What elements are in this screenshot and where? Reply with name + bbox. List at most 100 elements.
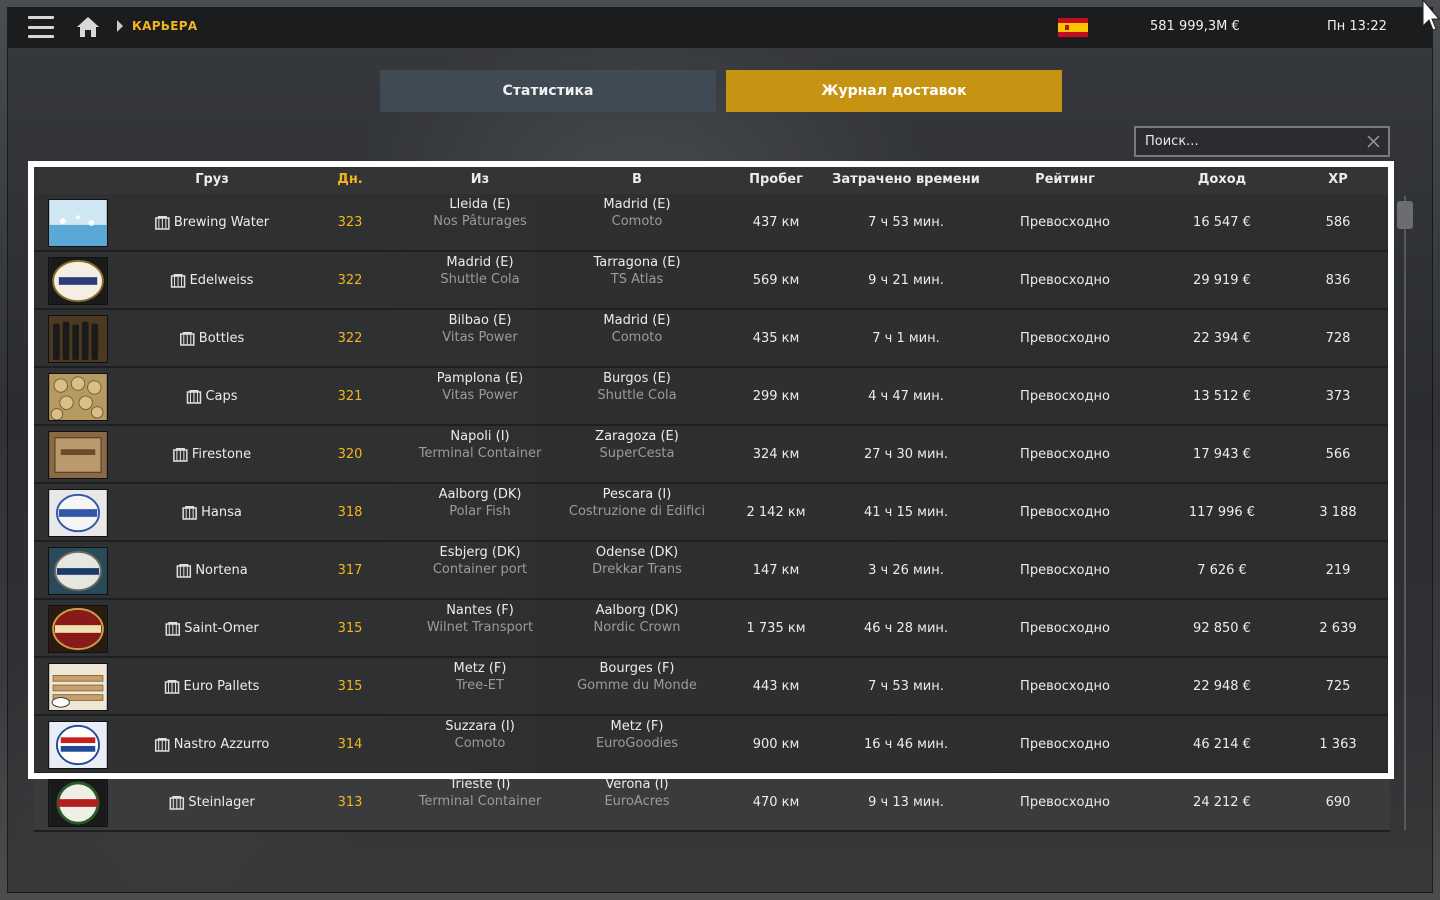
cargo-thumbnail: [48, 257, 108, 305]
to-cell: Madrid (E) Comoto: [603, 194, 670, 230]
cargo-thumbnail: [48, 779, 108, 827]
money-balance: 581 999,3M €: [1150, 19, 1240, 34]
days-cell: 323: [337, 215, 363, 230]
from-city: Madrid (E): [446, 255, 514, 270]
cargo-thumbnail: [48, 547, 108, 595]
table-header: Груз Дн. Из В Пробег Затрачено времени Р…: [34, 167, 1388, 194]
cargo-thumbnail: [48, 373, 108, 421]
cargo-cell: Caps: [186, 389, 238, 404]
to-city: Aalborg (DK): [595, 603, 679, 618]
hamburger-menu-icon[interactable]: [28, 16, 54, 38]
distance-cell: 324 км: [752, 447, 800, 462]
from-cell: Napoli (I) Terminal Container: [419, 426, 542, 462]
days-cell: 321: [337, 389, 363, 404]
from-city: Trieste (I): [449, 777, 511, 792]
cargo-name: Nortena: [195, 563, 248, 578]
close-icon[interactable]: [1367, 135, 1380, 148]
to-cell: Zaragoza (E) SuperCesta: [595, 426, 679, 462]
table-row[interactable]: Euro Pallets 315 Metz (F) Tree-ET Bourges (F…: [34, 658, 1390, 716]
scrollbar-track[interactable]: [1404, 196, 1406, 830]
table-row[interactable]: Hansa 318 Aalborg (DK) Polar Fish Pescara (I…: [34, 484, 1390, 542]
table-row[interactable]: Brewing Water 323 Lleida (E) Nos Pâturages M…: [34, 194, 1390, 252]
distance-cell: 1 735 км: [746, 621, 806, 636]
cargo-name: Brewing Water: [173, 215, 270, 230]
from-city: Lleida (E): [449, 197, 511, 212]
days-cell: 313: [337, 795, 363, 810]
header-xp[interactable]: XP: [1328, 172, 1348, 187]
tab-statistics[interactable]: Статистика: [380, 70, 716, 112]
from-company: Wilnet Transport: [426, 620, 534, 635]
time-cell: 7 ч 53 мин.: [868, 679, 944, 694]
header-time[interactable]: Затрачено времени: [832, 172, 980, 187]
income-cell: 7 626 €: [1197, 563, 1247, 578]
search-input[interactable]: [1145, 134, 1355, 149]
cargo-container-icon: [155, 216, 170, 230]
from-city: Metz (F): [453, 661, 507, 676]
table-row[interactable]: Bottles 322 Bilbao (E) Vitas Power Madrid (E…: [34, 310, 1390, 368]
rating-cell: Превосходно: [1020, 331, 1110, 346]
from-city: Suzzara (I): [445, 719, 515, 734]
cargo-name: Steinlager: [188, 795, 255, 810]
to-city: Tarragona (E): [593, 255, 681, 270]
to-city: Burgos (E): [603, 371, 671, 386]
from-cell: Bilbao (E) Vitas Power: [442, 310, 518, 346]
tab-delivery-log[interactable]: Журнал доставок: [726, 70, 1062, 112]
header-cargo[interactable]: Груз: [195, 172, 229, 187]
to-cell: Aalborg (DK) Nordic Crown: [594, 600, 681, 636]
cargo-name: Firestone: [191, 447, 252, 462]
rating-cell: Превосходно: [1020, 795, 1110, 810]
home-icon[interactable]: [76, 15, 100, 39]
from-cell: Nantes (F) Wilnet Transport: [427, 600, 533, 636]
from-city: Aalborg (DK): [438, 487, 522, 502]
table-row[interactable]: Edelweiss 322 Madrid (E) Shuttle Cola Tarrag…: [34, 252, 1390, 310]
time-cell: 9 ч 13 мин.: [868, 795, 944, 810]
header-to[interactable]: В: [632, 172, 642, 187]
distance-cell: 569 км: [752, 273, 800, 288]
to-cell: Metz (F) EuroGoodies: [596, 716, 678, 752]
breadcrumb[interactable]: КАРЬЕРА: [132, 19, 197, 33]
from-company: Nos Pâturages: [433, 214, 527, 229]
spain-flag-icon[interactable]: [1058, 18, 1088, 37]
from-company: Comoto: [454, 736, 506, 751]
cargo-name: Bottles: [198, 331, 245, 346]
to-company: Comoto: [611, 330, 663, 345]
header-distance[interactable]: Пробег: [749, 172, 803, 187]
header-from[interactable]: Из: [471, 172, 489, 187]
table-row[interactable]: Firestone 320 Napoli (I) Terminal Container…: [34, 426, 1390, 484]
scrollbar-thumb[interactable]: [1397, 201, 1413, 229]
header-days[interactable]: Дн.: [337, 172, 363, 187]
table-row[interactable]: Nastro Azzurro 314 Suzzara (I) Comoto Metz (…: [34, 716, 1390, 774]
rating-cell: Превосходно: [1020, 447, 1110, 462]
header-income[interactable]: Доход: [1198, 172, 1246, 187]
xp-cell: 219: [1325, 563, 1351, 578]
time-cell: 46 ч 28 мин.: [863, 621, 949, 636]
table-row[interactable]: Saint-Omer 315 Nantes (F) Wilnet Transport A…: [34, 600, 1390, 658]
from-cell: Esbjerg (DK) Container port: [433, 542, 527, 578]
cargo-container-icon: [173, 448, 188, 462]
table-row[interactable]: Caps 321 Pamplona (E) Vitas Power Burgos (E)…: [34, 368, 1390, 426]
distance-cell: 443 км: [752, 679, 800, 694]
time-cell: 27 ч 30 мин.: [863, 447, 949, 462]
cargo-container-icon: [170, 274, 186, 288]
days-cell: 315: [337, 679, 363, 694]
to-city: Madrid (E): [603, 197, 671, 212]
time-cell: 41 ч 15 мин.: [863, 505, 949, 520]
days-cell: 320: [337, 447, 363, 462]
rating-cell: Превосходно: [1020, 563, 1110, 578]
days-cell: 314: [337, 737, 363, 752]
rating-cell: Превосходно: [1020, 389, 1110, 404]
table-row[interactable]: Nortena 317 Esbjerg (DK) Container port Oden…: [34, 542, 1390, 600]
top-bar: КАРЬЕРА 581 999,3M € Пн 13:22: [7, 7, 1433, 48]
table-row[interactable]: Steinlager 313 Trieste (I) Terminal Contain…: [34, 774, 1390, 832]
header-rating[interactable]: Рейтинг: [1035, 172, 1095, 187]
income-cell: 24 212 €: [1193, 795, 1251, 810]
xp-cell: 566: [1325, 447, 1351, 462]
cargo-container-icon: [180, 332, 195, 346]
to-city: Metz (F): [610, 719, 664, 734]
cargo-cell: Hansa: [182, 505, 242, 520]
to-company: TS Atlas: [610, 272, 664, 287]
from-cell: Pamplona (E) Vitas Power: [437, 368, 523, 404]
xp-cell: 728: [1325, 331, 1351, 346]
from-company: Shuttle Cola: [440, 272, 520, 287]
from-cell: Lleida (E) Nos Pâturages: [433, 194, 526, 230]
